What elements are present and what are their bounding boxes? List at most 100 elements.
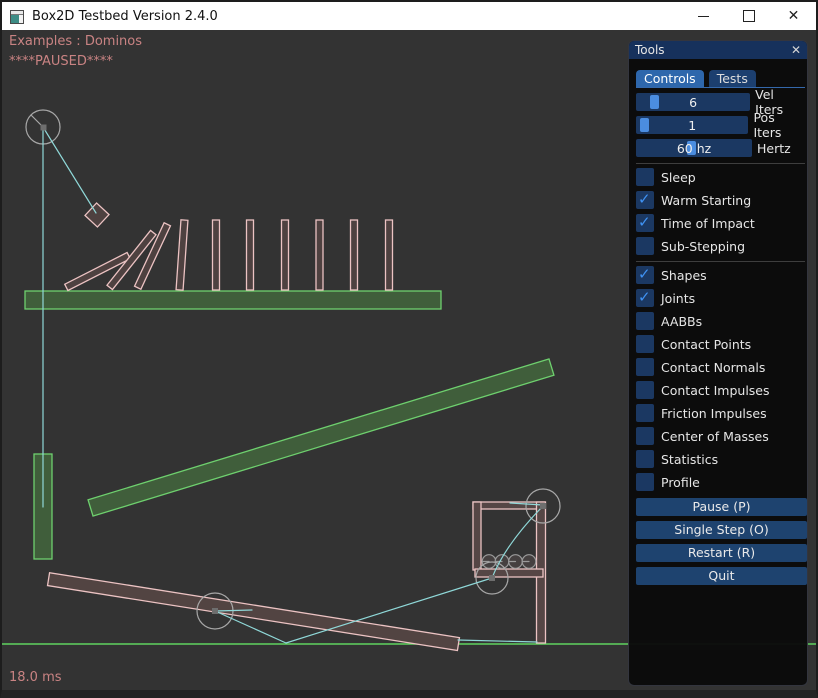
checkbox-box[interactable]: ✓ <box>636 358 654 376</box>
checkbox-box[interactable]: ✓ <box>636 191 654 209</box>
separator <box>636 163 805 164</box>
minimize-button[interactable] <box>681 2 726 30</box>
maximize-button[interactable] <box>726 2 771 30</box>
checkbox-label: Center of Masses <box>661 429 769 444</box>
checkbox-label: Time of Impact <box>661 216 755 231</box>
tab-controls[interactable]: Controls <box>636 70 704 87</box>
tools-panel: Tools ✕ Controls Tests 6 Vel Iters 1 <box>628 40 808 686</box>
box2d-testbed-window: Box2D Testbed Version 2.4.0 ✕ <box>0 0 818 698</box>
checkbox-box[interactable]: ✓ <box>636 289 654 307</box>
domino <box>351 220 358 290</box>
domino <box>282 220 289 290</box>
pos-iters-slider[interactable]: 1 <box>636 116 748 134</box>
cradle-left-post <box>473 502 481 570</box>
pos-iters-label: Pos Iters <box>753 110 805 140</box>
joint-anchors <box>41 125 547 615</box>
slider-row-pos-iters: 1 Pos Iters <box>636 116 805 134</box>
seesaw-plank <box>48 573 460 651</box>
tools-panel-title: Tools <box>635 43 791 57</box>
checkbox-sub-stepping[interactable]: ✓ Sub-Stepping <box>636 237 805 255</box>
maximize-icon <box>743 10 755 22</box>
checkbox-box[interactable]: ✓ <box>636 168 654 186</box>
tab-bar: Controls Tests <box>636 70 805 88</box>
checkbox-time-of-impact[interactable]: ✓ Time of Impact <box>636 214 805 232</box>
dominos <box>65 220 393 291</box>
checkbox-label: Shapes <box>661 268 707 283</box>
domino <box>247 220 254 290</box>
checkbox-shapes[interactable]: ✓ Shapes <box>636 266 805 284</box>
window-title: Box2D Testbed Version 2.4.0 <box>32 9 218 24</box>
app-icon <box>10 10 24 24</box>
checkbox-label: Statistics <box>661 452 718 467</box>
tab-tests[interactable]: Tests <box>709 70 756 87</box>
slider-row-vel-iters: 6 Vel Iters <box>636 93 805 111</box>
check-icon: ✓ <box>638 265 651 283</box>
checkbox-label: AABBs <box>661 314 702 329</box>
window-titlebar[interactable]: Box2D Testbed Version 2.4.0 ✕ <box>0 0 818 30</box>
angled-green-ramp <box>88 359 554 516</box>
checkbox-contact-normals[interactable]: ✓ Contact Normals <box>636 358 805 376</box>
checkbox-statistics[interactable]: ✓ Statistics <box>636 450 805 468</box>
check-icon: ✓ <box>638 190 651 208</box>
hertz-slider[interactable]: 60 hz <box>636 139 752 157</box>
checkbox-joints[interactable]: ✓ Joints <box>636 289 805 307</box>
checkbox-warm-starting[interactable]: ✓ Warm Starting <box>636 191 805 209</box>
checkbox-friction-impulses[interactable]: ✓ Friction Impulses <box>636 404 805 422</box>
checkbox-box[interactable]: ✓ <box>636 473 654 491</box>
close-icon: ✕ <box>788 8 800 24</box>
domino <box>316 220 323 290</box>
check-icon: ✓ <box>638 213 651 231</box>
checkbox-box[interactable]: ✓ <box>636 404 654 422</box>
tools-panel-close-button[interactable]: ✕ <box>791 44 801 56</box>
checkbox-box[interactable]: ✓ <box>636 450 654 468</box>
frame-time-label: 18.0 ms <box>9 670 62 685</box>
pos-iters-value: 1 <box>636 118 748 133</box>
quit-button[interactable]: Quit <box>636 567 807 585</box>
cradle-shelf <box>475 569 543 577</box>
domino <box>213 220 220 290</box>
vel-iters-slider[interactable]: 6 <box>636 93 750 111</box>
checkbox-label: Sub-Stepping <box>661 239 745 254</box>
action-buttons: Pause (P) Single Step (O) Restart (R) Qu… <box>636 498 805 585</box>
checkbox-box[interactable]: ✓ <box>636 312 654 330</box>
checkbox-label: Contact Points <box>661 337 751 352</box>
single-step-button[interactable]: Single Step (O) <box>636 521 807 539</box>
checkbox-label: Contact Impulses <box>661 383 770 398</box>
checkbox-box[interactable]: ✓ <box>636 335 654 353</box>
checkbox-label: Friction Impulses <box>661 406 767 421</box>
checkbox-box[interactable]: ✓ <box>636 381 654 399</box>
cradle-frame <box>473 502 546 643</box>
checkbox-profile[interactable]: ✓ Profile <box>636 473 805 491</box>
checkbox-aabbs[interactable]: ✓ AABBs <box>636 312 805 330</box>
check-icon: ✓ <box>638 288 651 306</box>
checkbox-label: Sleep <box>661 170 696 185</box>
hertz-value: 60 hz <box>636 141 752 156</box>
hertz-label: Hertz <box>757 141 791 156</box>
cradle-top-bar <box>473 502 545 509</box>
checkbox-label: Contact Normals <box>661 360 765 375</box>
checkbox-box[interactable]: ✓ <box>636 427 654 445</box>
restart-button[interactable]: Restart (R) <box>636 544 807 562</box>
checkbox-center-of-masses[interactable]: ✓ Center of Masses <box>636 427 805 445</box>
checkbox-contact-points[interactable]: ✓ Contact Points <box>636 335 805 353</box>
separator <box>636 261 805 262</box>
minimize-icon <box>698 16 709 17</box>
close-button[interactable]: ✕ <box>771 2 816 30</box>
domino-platform <box>25 291 441 309</box>
checkbox-box[interactable]: ✓ <box>636 266 654 284</box>
checkbox-label: Warm Starting <box>661 193 751 208</box>
checkbox-box[interactable]: ✓ <box>636 237 654 255</box>
vel-iters-value: 6 <box>636 95 750 110</box>
checkbox-label: Profile <box>661 475 700 490</box>
checkbox-sleep[interactable]: ✓ Sleep <box>636 168 805 186</box>
domino <box>386 220 393 290</box>
tools-panel-titlebar[interactable]: Tools ✕ <box>629 41 807 59</box>
paused-label: ****PAUSED**** <box>9 54 113 69</box>
domino <box>176 220 188 290</box>
slider-row-hertz: 60 hz Hertz <box>636 139 805 157</box>
pause-button[interactable]: Pause (P) <box>636 498 807 516</box>
checkbox-label: Joints <box>661 291 695 306</box>
checkbox-contact-impulses[interactable]: ✓ Contact Impulses <box>636 381 805 399</box>
example-label: Examples : Dominos <box>9 34 142 49</box>
checkbox-box[interactable]: ✓ <box>636 214 654 232</box>
